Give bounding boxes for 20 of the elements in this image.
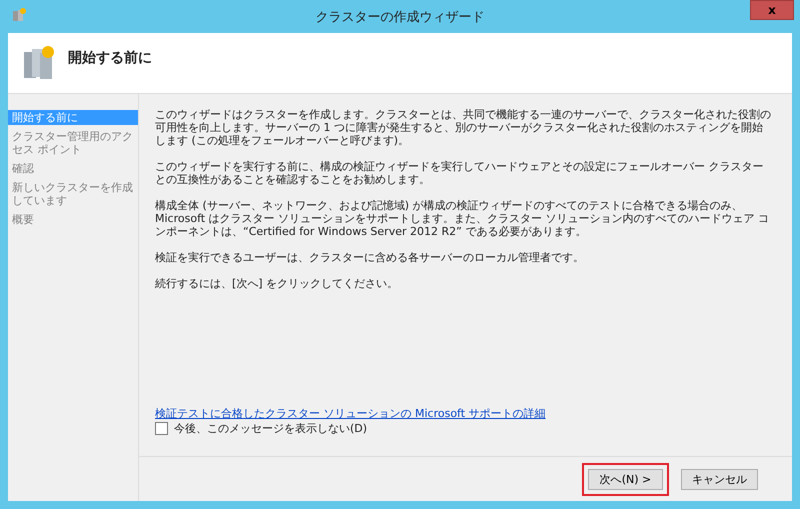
step-item[interactable]: クラスター管理用のアクセス ポイント [8,129,138,157]
checkbox-label: 今後、このメッセージを表示しない(D) [174,421,368,436]
description-text: このウィザードはクラスターを作成します。クラスターとは、共同で機能する一連のサーバーで、クラスター化された役割の可用性を向上します。サーバーの 1 つに障害が発生すると、別のサーバーがクラスター化された役割のホスティングを開始します (この処理をフェールオーバーと呼びます)。 [155,108,772,147]
page-title: 開始する前に [68,49,152,67]
description-text: 続行するには、[次へ] をクリックしてください。 [155,277,400,290]
server-icon [22,44,56,82]
window-title: クラスターの作成ウィザード [316,8,484,26]
checkbox[interactable] [155,422,168,435]
support-link[interactable]: 検証テストに合格したクラスター ソリューションの Microsoft サポートの詳細 [155,407,546,420]
step-item[interactable]: 確認 [8,161,138,176]
close-button[interactable]: x [750,0,794,20]
description-text: 構成全体 (サーバー、ネットワーク、および記憶域) が構成の検証ウィザードのすべてのテストに合格できる場合のみ、Microsoft はクラスター ソリューションをサポートします。また、クラスター ソリューション内のすべてのハードウェア コンポーネントは、“Certified for Windows Server 2012 R2” である必要があります。 [155,199,770,238]
step-item[interactable]: 新しいクラスターを作成しています [8,180,138,208]
step-item[interactable]: 開始する前に [8,110,138,125]
description-text: このウィザードを実行する前に、構成の検証ウィザードを実行してハードウェアとその設定にフェールオーバー クラスターとの互換性があることを確認することをお勧めします。 [155,160,764,186]
dialog-button[interactable]: キャンセル [681,468,758,490]
step-item[interactable]: 概要 [8,212,138,227]
description-text: 検証を実行できるユーザーは、クラスターに含める各サーバーのローカル管理者です。 [155,251,585,264]
app-icon [12,8,26,22]
dialog-button[interactable]: 次へ(N) > [588,468,663,490]
